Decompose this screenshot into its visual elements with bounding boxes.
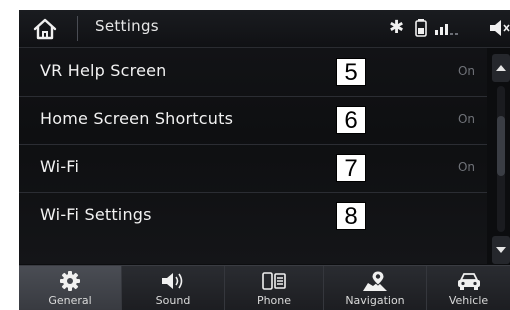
signal-icon (435, 24, 458, 35)
scroll-up-button[interactable] (492, 54, 510, 82)
home-button[interactable] (19, 10, 71, 47)
home-icon (33, 18, 57, 39)
list-item-wifi-settings[interactable]: Wi-Fi Settings 8 (19, 192, 487, 240)
battery-icon (415, 19, 427, 37)
tab-sound[interactable]: Sound (122, 266, 225, 310)
settings-list: VR Help Screen 5 On Home Screen Shortcut… (19, 48, 487, 264)
status-bar: Settings ✱ (19, 10, 510, 48)
bluetooth-icon: ✱ (389, 17, 405, 38)
tab-label: Sound (155, 294, 191, 307)
tab-label: Phone (256, 294, 292, 307)
scroll-down-button[interactable] (492, 236, 510, 264)
tab-general[interactable]: General (19, 266, 122, 310)
list-item-label: Wi-Fi (40, 157, 80, 176)
title-divider (77, 16, 78, 41)
page-title: Settings (95, 17, 159, 35)
list-item-vr-help-screen[interactable]: VR Help Screen 5 On (19, 48, 487, 97)
chevron-up-icon (496, 65, 506, 71)
tab-label: General (48, 294, 92, 307)
list-item-value: On (457, 160, 475, 174)
tab-label: Navigation (345, 294, 405, 307)
phone-icon (262, 271, 286, 291)
callout-number: 8 (336, 202, 366, 230)
list-item-label: Home Screen Shortcuts (40, 109, 234, 128)
list-item-label: Wi-Fi Settings (40, 205, 152, 224)
speaker-icon (161, 271, 185, 291)
chevron-down-icon (496, 247, 506, 253)
car-icon (457, 271, 481, 291)
gear-icon (60, 271, 80, 291)
list-item-home-screen-shortcuts[interactable]: Home Screen Shortcuts 6 On (19, 96, 487, 145)
volume-icon (490, 20, 510, 36)
callout-number: 6 (336, 106, 366, 134)
tab-phone[interactable]: Phone (225, 266, 324, 310)
tab-navigation[interactable]: Navigation (324, 266, 427, 310)
list-item-value: On (457, 112, 475, 126)
scrollbar[interactable] (492, 54, 510, 264)
callout-number: 5 (336, 58, 366, 86)
tab-label: Vehicle (448, 294, 489, 307)
callout-number: 7 (336, 154, 366, 182)
scroll-track[interactable] (497, 86, 505, 232)
list-item-label: VR Help Screen (40, 61, 167, 80)
list-item-wifi[interactable]: Wi-Fi 7 On (19, 144, 487, 193)
map-pin-icon (362, 270, 388, 291)
scroll-thumb[interactable] (497, 116, 505, 176)
category-tab-bar: General Sound Phone Navigation Vehicle (19, 265, 510, 310)
infotainment-screen: Settings ✱ VR Help Screen 5 On Home Scre… (19, 10, 510, 310)
list-item-value: On (457, 64, 475, 78)
tab-vehicle[interactable]: Vehicle (427, 266, 510, 310)
